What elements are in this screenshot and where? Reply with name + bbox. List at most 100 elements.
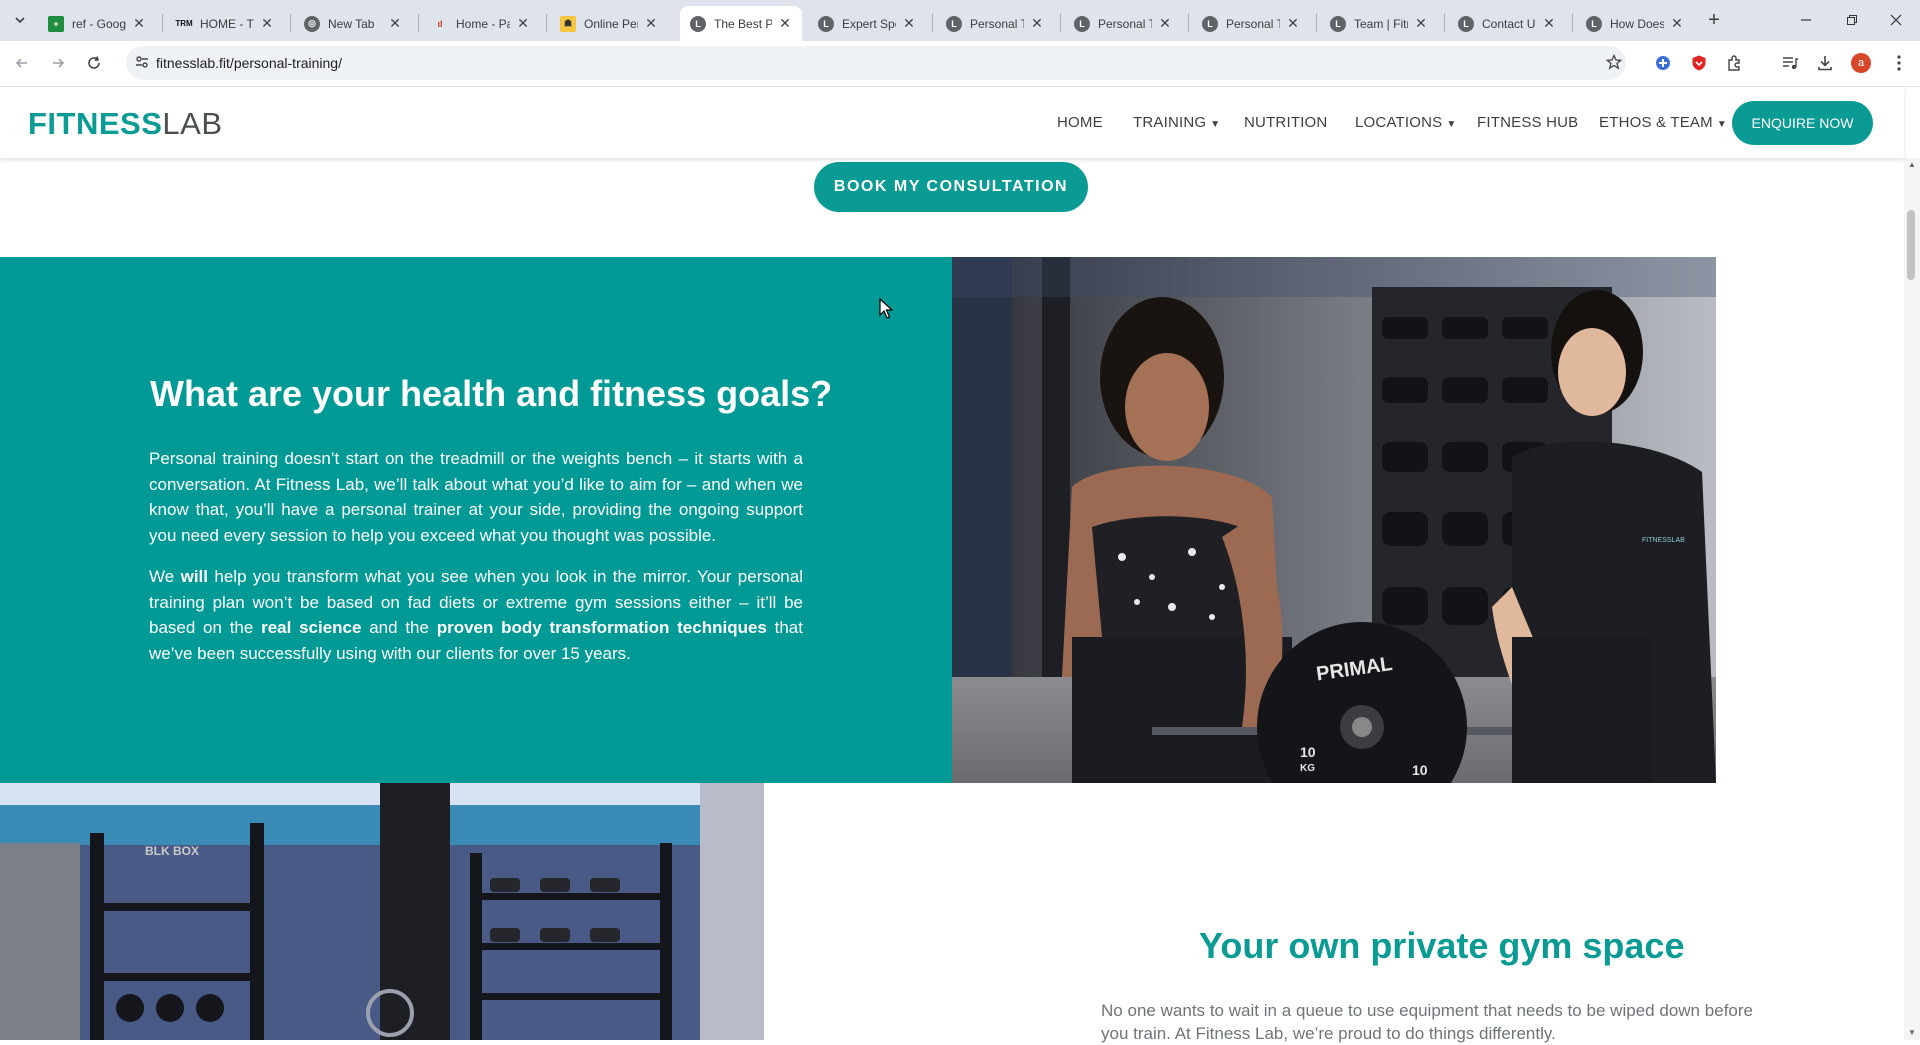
private-gym-paragraph: No one wants to wait in a queue to use e… — [1101, 1001, 1753, 1043]
site-icon: ıl — [437, 18, 443, 29]
chevron-down-icon: ▼ — [1716, 119, 1727, 130]
fitnesslab-icon: L — [818, 15, 834, 32]
restore-icon[interactable] — [1840, 8, 1864, 32]
tab-9[interactable]: L Personal Tr ✕ — [1192, 6, 1310, 41]
scroll-up-arrow-icon[interactable]: ▲ — [1908, 160, 1916, 169]
goals-paragraph-2: We will help you transform what you see … — [149, 564, 803, 666]
tab-10[interactable]: L Team | Fitn ✕ — [1320, 6, 1438, 41]
nav-fitness-hub[interactable]: FITNESS HUB — [1477, 114, 1578, 131]
minimize-icon[interactable] — [1794, 8, 1818, 32]
gym-interior-photo: BLK BOX — [0, 783, 764, 1040]
url-text[interactable]: fitnesslab.fit/personal-training/ — [156, 55, 342, 71]
media-control-icon[interactable] — [1778, 51, 1802, 75]
enquire-now-button[interactable]: ENQUIRE NOW — [1732, 101, 1873, 145]
close-tab-icon[interactable]: ✕ — [644, 15, 658, 32]
shirt-logo-text: FITNESSLAB — [1642, 537, 1685, 544]
close-tab-icon[interactable]: ✕ — [1542, 15, 1556, 32]
tab-divider — [932, 14, 933, 32]
tab-divider — [1444, 14, 1445, 32]
tab-4[interactable]: ☗ Online Per ✕ — [550, 6, 668, 41]
chevron-down-icon: ▼ — [1210, 119, 1221, 130]
browser-toolbar: fitnesslab.fit/personal-training/ a — [0, 41, 1920, 87]
logo-light-text: LAB — [162, 106, 223, 141]
close-tab-icon[interactable]: ✕ — [516, 15, 530, 32]
scrollbar-thumb[interactable] — [1907, 210, 1915, 280]
tab-0[interactable]: + ref - Goog ✕ — [38, 6, 156, 41]
tab-divider — [1188, 14, 1189, 32]
extensions-puzzle-icon[interactable] — [1723, 51, 1747, 75]
tab-11[interactable]: L Contact Us ✕ — [1448, 6, 1566, 41]
reload-icon[interactable] — [82, 51, 106, 75]
new-tab-icon[interactable]: + — [1702, 8, 1726, 32]
fitnesslab-logo[interactable]: FITNESSLAB — [28, 106, 223, 142]
para2-bold-techniques: proven body transformation techniques — [436, 618, 767, 638]
nav-locations[interactable]: LOCATIONS ▼ — [1355, 114, 1456, 131]
fitnesslab-icon: L — [1458, 15, 1474, 32]
tab-divider — [162, 14, 163, 32]
nav-fitness-hub-label: FITNESS HUB — [1477, 114, 1579, 131]
close-tab-icon[interactable]: ✕ — [902, 15, 916, 32]
site-icon: ☗ — [560, 15, 576, 32]
scroll-down-arrow-icon[interactable]: ▼ — [1908, 1028, 1916, 1037]
close-tab-icon[interactable]: ✕ — [1414, 15, 1428, 32]
tab-3[interactable]: ıl Home - Pa ✕ — [422, 6, 540, 41]
tab-search-icon[interactable] — [8, 8, 32, 32]
address-bar[interactable]: fitnesslab.fit/personal-training/ — [126, 46, 1626, 80]
download-icon[interactable] — [1813, 51, 1837, 75]
fitnesslab-icon: L — [1074, 15, 1090, 32]
nav-nutrition[interactable]: NUTRITION — [1244, 114, 1327, 131]
nav-ethos-team[interactable]: ETHOS & TEAM ▼ — [1599, 114, 1727, 131]
sheets-icon: + — [48, 15, 64, 32]
browser-tab-strip: + ref - Goog ✕ TRM HOME - Th ✕ ◎ New Tab… — [0, 0, 1920, 41]
back-icon[interactable] — [10, 51, 34, 75]
para2-bold-will: will — [180, 567, 208, 586]
profile-initial: a — [1851, 53, 1871, 73]
nav-training-label: TRAINING — [1133, 114, 1207, 131]
tab-5-active[interactable]: L The Best P ✕ — [680, 6, 802, 41]
tab-divider — [1572, 14, 1573, 32]
plate-weight-text: 10 — [1412, 762, 1428, 778]
trm-icon: TRM — [175, 19, 193, 28]
tab-7[interactable]: L Personal Tr ✕ — [936, 6, 1054, 41]
close-tab-icon[interactable]: ✕ — [1158, 15, 1172, 32]
enquire-now-label: ENQUIRE NOW — [1751, 115, 1854, 131]
close-tab-icon[interactable]: ✕ — [388, 15, 402, 32]
tab-divider — [418, 14, 419, 32]
forward-icon[interactable] — [46, 51, 70, 75]
book-consultation-button[interactable]: BOOK MY CONSULTATION — [814, 162, 1088, 212]
close-tab-icon[interactable]: ✕ — [778, 15, 792, 32]
tab-1[interactable]: TRM HOME - Th ✕ — [166, 6, 284, 41]
chrome-icon: ◎ — [304, 15, 320, 32]
tab-divider — [290, 14, 291, 32]
tab-6[interactable]: L Expert Spo ✕ — [808, 6, 926, 41]
para2-text: and the — [361, 618, 437, 638]
close-tab-icon[interactable]: ✕ — [1030, 15, 1044, 32]
fitnesslab-icon: L — [1330, 15, 1346, 32]
training-photo: PRIMAL 10 KG 10 FITNESSLAB — [952, 257, 1716, 783]
close-tab-icon[interactable]: ✕ — [1670, 15, 1684, 32]
close-tab-icon[interactable]: ✕ — [132, 15, 146, 32]
tab-8[interactable]: L Personal Tr ✕ — [1064, 6, 1182, 41]
fitnesslab-icon: L — [1202, 15, 1218, 32]
site-header: FITNESSLAB HOME TRAINING ▼ NUTRITION LOCA… — [0, 87, 1904, 158]
bookmark-star-icon[interactable] — [1605, 53, 1623, 75]
browser-menu-icon[interactable] — [1887, 51, 1911, 75]
fitnesslab-icon: L — [690, 15, 706, 32]
profile-avatar[interactable]: a — [1849, 51, 1873, 75]
site-info-icon[interactable] — [134, 54, 150, 75]
shield-extension-icon[interactable] — [1687, 51, 1711, 75]
tab-2[interactable]: ◎ New Tab ✕ — [294, 6, 412, 41]
nav-home-label: HOME — [1057, 114, 1103, 131]
fitnesslab-icon: L — [946, 15, 962, 32]
close-tab-icon[interactable]: ✕ — [260, 15, 274, 32]
logo-bold-text: FITNESS — [28, 106, 163, 141]
page-scrollbar[interactable] — [1904, 158, 1920, 1040]
nav-home[interactable]: HOME — [1057, 114, 1103, 131]
goals-heading: What are your health and fitness goals? — [150, 373, 833, 414]
close-window-icon[interactable] — [1884, 8, 1908, 32]
nav-training[interactable]: TRAINING ▼ — [1133, 114, 1220, 131]
rack-brand-text: BLK BOX — [145, 844, 199, 858]
tab-12[interactable]: L How Does ✕ — [1576, 6, 1694, 41]
extension-icon[interactable] — [1651, 51, 1675, 75]
close-tab-icon[interactable]: ✕ — [1286, 15, 1300, 32]
